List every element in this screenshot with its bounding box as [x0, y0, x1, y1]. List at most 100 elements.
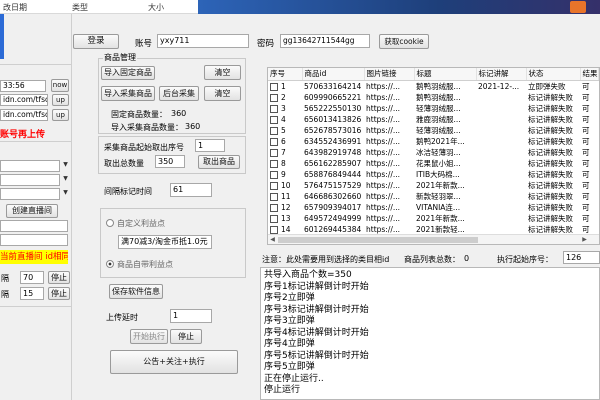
table-row[interactable]: 9 658876849444 https://... ITIB大码棉... 标记讲解失败… [268, 169, 598, 180]
row-index: 2 [281, 92, 286, 102]
table-row[interactable]: 3 565222550130 https://... 轻薄羽绒服... 标记讲解失败可 [268, 103, 598, 114]
row-checkbox[interactable] [270, 159, 278, 168]
row-checkbox[interactable] [270, 203, 278, 212]
table-row[interactable]: 1 570633164214 https://... 鹅鸭羽绒服... 2021-12-… [268, 80, 598, 92]
left-field-blank-2[interactable] [0, 234, 68, 246]
url-up-button-1[interactable]: up [52, 94, 69, 106]
radio-icon[interactable] [106, 218, 114, 227]
backend-collect-button[interactable]: 后台采集 [159, 86, 199, 101]
interval-mark-input[interactable]: 61 [170, 183, 212, 197]
table-row[interactable]: 7 643982919748 https://... 冰洁轻薄羽... 标记讲解失败可 [268, 147, 598, 158]
row-index-cell: 14 [268, 224, 302, 235]
table-row[interactable]: 4 656013413826 https://... 雅鹿羽绒服... 标记讲解失败可 [268, 114, 598, 125]
list-total-label: 商品列表总数： [404, 255, 460, 264]
table-row[interactable]: 6 634552436991 https://... 鹅鸭2021年... 标记讲解失败… [268, 136, 598, 147]
orange-app-icon[interactable] [570, 1, 586, 13]
save-software-info-button[interactable]: 保存软件信息 [109, 284, 163, 299]
start-execute-button[interactable]: 开始执行 [130, 329, 168, 344]
upload-delay-input[interactable]: 1 [170, 309, 212, 323]
now-button[interactable]: now [51, 79, 69, 92]
exec-start-input[interactable]: 126 [563, 251, 600, 264]
row-checkbox[interactable] [270, 137, 278, 146]
clear-fixed-button[interactable]: 清空 [204, 65, 241, 80]
row-checkbox[interactable] [270, 93, 278, 102]
account-input[interactable]: yxy711 [157, 34, 249, 48]
interval-input-1[interactable]: 70 [20, 271, 44, 284]
taskbar-item-type[interactable]: 类型 [72, 2, 88, 13]
custom-benefit-radio[interactable] [106, 218, 114, 227]
row-index: 4 [281, 114, 286, 124]
row-checkbox[interactable] [270, 192, 278, 201]
chevron-down-icon[interactable]: ▼ [61, 175, 70, 185]
interval-stop-button-1[interactable]: 停止 [48, 271, 70, 284]
table-row[interactable]: 10 576475157529 https://... 2021年新款... 标记讲解失… [268, 180, 598, 191]
table-row[interactable]: 12 657909394017 https://... VITANIA连... 标记讲解… [268, 202, 598, 213]
take-goods-button[interactable]: 取出商品 [198, 155, 240, 169]
announce-follow-execute-button[interactable]: 公告+关注+执行 [110, 350, 238, 374]
row-checkbox[interactable] [270, 170, 278, 179]
row-checkbox[interactable] [270, 115, 278, 124]
url-input-2[interactable]: idn.com/tfsc [0, 109, 48, 121]
chevron-down-icon[interactable]: ▼ [61, 161, 70, 171]
column-header[interactable]: 结果 [580, 68, 599, 81]
time-input[interactable]: 33:56 [0, 80, 46, 92]
row-checkbox[interactable] [270, 181, 278, 190]
custom-benefit-label[interactable]: 自定义利益点 [117, 218, 165, 229]
custom-benefit-input[interactable]: 满70减3/淘金币抵1.0元 [118, 235, 212, 249]
table-cell: 可 [582, 136, 590, 146]
column-header[interactable]: 图片链接 [364, 68, 415, 81]
table-row[interactable]: 2 609990665221 https://... 鹅鸭羽绒服... 标记讲解失败可 [268, 92, 598, 103]
row-checkbox[interactable] [270, 126, 278, 135]
start-seq-input[interactable]: 1 [195, 139, 225, 152]
taskbar-item-size[interactable]: 大小 [148, 2, 164, 13]
left-field-blank-1[interactable] [0, 220, 68, 232]
select-3[interactable] [0, 188, 60, 200]
url-input-1[interactable]: idn.com/tfsc [0, 94, 48, 106]
row-checkbox[interactable] [270, 225, 278, 234]
import-goods-count-label: 导入采集商品数量： [111, 123, 183, 132]
table-cell [476, 169, 526, 180]
scroll-right-icon[interactable]: ▶ [580, 235, 589, 244]
radio-icon[interactable] [106, 259, 114, 268]
log-line: 序号3立即弹 [264, 316, 315, 326]
url-up-button-2[interactable]: up [52, 109, 69, 121]
interval-stop-button-2[interactable]: 停止 [48, 287, 70, 300]
table-cell [476, 191, 526, 202]
row-checkbox[interactable] [270, 214, 278, 223]
taskbar-item-date[interactable]: 改日期 [3, 2, 27, 13]
password-input[interactable]: gg13642711544gg [280, 34, 370, 48]
login-button[interactable]: 登录 [73, 34, 119, 49]
row-checkbox[interactable] [270, 148, 278, 157]
log-output[interactable]: 共导入商品个数=350 序号1标记讲解倒计时开始 序号2立即弹 序号3标记讲解倒计时开… [260, 267, 600, 400]
take-total-input[interactable]: 350 [155, 155, 185, 168]
row-checkbox[interactable] [270, 82, 278, 91]
column-header[interactable]: 标记讲解 [476, 68, 527, 81]
table-hscrollbar[interactable]: ◀ ▶ [268, 234, 599, 244]
column-header[interactable]: 序号 [268, 68, 303, 81]
import-fixed-goods-button[interactable]: 导入固定商品 [101, 66, 155, 80]
scroll-left-icon[interactable]: ◀ [268, 235, 277, 244]
table-cell: 可 [582, 92, 590, 102]
chevron-down-icon[interactable]: ▼ [61, 189, 70, 199]
table-cell: 2021年新款... [416, 213, 465, 223]
get-cookie-button[interactable]: 获取cookie [379, 34, 429, 49]
column-header[interactable]: 状态 [526, 68, 581, 81]
select-2[interactable] [0, 174, 60, 186]
column-header[interactable]: 标题 [414, 68, 477, 81]
scroll-thumb[interactable] [278, 237, 478, 243]
select-1[interactable] [0, 160, 60, 172]
clear-collect-button[interactable]: 清空 [204, 86, 241, 101]
table-row[interactable]: 8 656162285907 https://... 花果鼠小姐... 标记讲解失败可 [268, 158, 598, 169]
create-live-button[interactable]: 创建直播间 [6, 204, 58, 218]
table-row[interactable]: 14 601269445384 https://... 2021新款轻... 标记讲解失… [268, 224, 598, 235]
goods-benefit-radio[interactable] [106, 259, 114, 268]
stop-execute-button[interactable]: 停止 [170, 329, 202, 344]
import-collect-goods-button[interactable]: 导入采集商品 [101, 86, 155, 101]
column-header[interactable]: 商品id [302, 68, 365, 81]
table-row[interactable]: 5 652678573016 https://... 轻薄羽绒服... 标记讲解失败可 [268, 125, 598, 136]
goods-benefit-label[interactable]: 商品自带利益点 [117, 259, 173, 270]
row-checkbox[interactable] [270, 104, 278, 113]
interval-input-2[interactable]: 15 [20, 287, 44, 300]
table-row[interactable]: 13 649572494999 https://... 2021年新款... 标记讲解失… [268, 213, 598, 224]
table-row[interactable]: 11 646686302660 https://... 新款轻羽翠... 标记讲解失败可 [268, 191, 598, 202]
